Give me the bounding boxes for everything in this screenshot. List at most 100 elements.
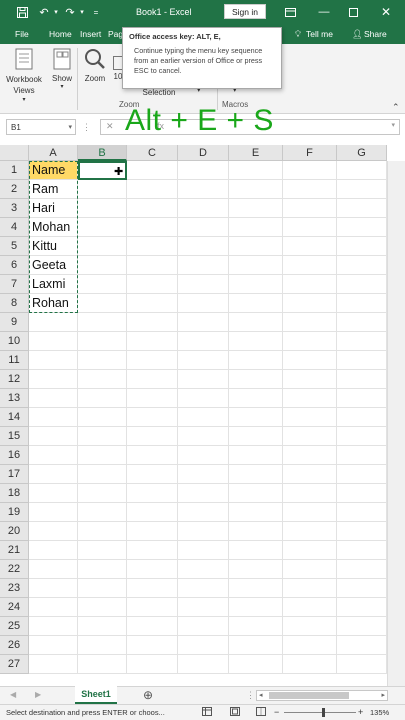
row-header[interactable]: 2 — [0, 180, 29, 199]
row-header[interactable]: 8 — [0, 294, 29, 313]
zoom-out-icon[interactable]: − — [274, 707, 279, 717]
cell[interactable] — [283, 237, 337, 256]
cell[interactable] — [229, 465, 283, 484]
cell[interactable] — [283, 370, 337, 389]
cell[interactable] — [127, 180, 178, 199]
row-header[interactable]: 22 — [0, 560, 29, 579]
cell[interactable] — [337, 275, 387, 294]
cell[interactable] — [78, 617, 127, 636]
minimize-icon[interactable]: — — [316, 4, 332, 20]
cell[interactable] — [29, 598, 78, 617]
column-header-a[interactable]: A — [29, 145, 78, 161]
expand-formula-bar-icon[interactable]: ▾ — [391, 121, 395, 129]
cell[interactable] — [283, 636, 337, 655]
ribbon-display-icon[interactable] — [282, 4, 298, 20]
cell[interactable] — [283, 427, 337, 446]
cell[interactable] — [229, 446, 283, 465]
close-icon[interactable]: ✕ — [378, 4, 394, 20]
cell[interactable] — [127, 560, 178, 579]
cell[interactable] — [29, 655, 78, 674]
cell[interactable] — [29, 579, 78, 598]
cell[interactable] — [337, 465, 387, 484]
cell[interactable] — [178, 237, 229, 256]
cell[interactable] — [337, 541, 387, 560]
normal-view-icon[interactable] — [202, 707, 212, 718]
cell[interactable] — [283, 446, 337, 465]
cell[interactable] — [127, 541, 178, 560]
row-header[interactable]: 18 — [0, 484, 29, 503]
name-cell[interactable]: Rohan — [29, 294, 78, 313]
column-header-c[interactable]: C — [127, 145, 178, 161]
cell[interactable] — [229, 579, 283, 598]
row-header[interactable]: 19 — [0, 503, 29, 522]
row-header[interactable]: 14 — [0, 408, 29, 427]
select-all-corner[interactable] — [0, 145, 29, 161]
cell[interactable] — [127, 161, 178, 180]
cell[interactable] — [127, 446, 178, 465]
column-header-g[interactable]: G — [337, 145, 387, 161]
row-header[interactable]: 1 — [0, 161, 29, 180]
cell[interactable] — [229, 180, 283, 199]
cell[interactable] — [229, 218, 283, 237]
cell[interactable] — [127, 332, 178, 351]
cell[interactable] — [283, 294, 337, 313]
cell[interactable] — [229, 541, 283, 560]
add-sheet-icon[interactable]: ⊕ — [143, 688, 153, 702]
cell[interactable] — [29, 484, 78, 503]
zoom-button[interactable]: Zoom — [80, 48, 110, 83]
cell[interactable] — [337, 446, 387, 465]
cell[interactable] — [337, 484, 387, 503]
cell[interactable] — [337, 655, 387, 674]
row-header[interactable]: 13 — [0, 389, 29, 408]
cell[interactable] — [283, 389, 337, 408]
cell[interactable] — [337, 579, 387, 598]
tab-insert[interactable]: Insert — [80, 29, 101, 39]
cell[interactable] — [229, 598, 283, 617]
cell[interactable] — [337, 598, 387, 617]
cell[interactable] — [178, 617, 229, 636]
cell[interactable] — [283, 503, 337, 522]
cell[interactable] — [78, 503, 127, 522]
cell[interactable] — [283, 180, 337, 199]
cell[interactable] — [78, 655, 127, 674]
cell[interactable] — [337, 294, 387, 313]
cell[interactable] — [78, 199, 127, 218]
cell[interactable] — [337, 180, 387, 199]
row-header[interactable]: 6 — [0, 256, 29, 275]
cell[interactable] — [178, 484, 229, 503]
row-header[interactable]: 7 — [0, 275, 29, 294]
tell-me-search[interactable]: Tell me — [306, 29, 333, 39]
cell[interactable] — [229, 427, 283, 446]
cell[interactable] — [229, 655, 283, 674]
lightbulb-icon[interactable]: 💡︎ — [295, 29, 301, 40]
workbook-views-button[interactable]: Workbook Views ▾ — [4, 48, 44, 103]
row-header[interactable]: 4 — [0, 218, 29, 237]
cell[interactable] — [178, 256, 229, 275]
cell[interactable] — [229, 408, 283, 427]
cell[interactable] — [29, 370, 78, 389]
scroll-right-icon[interactable]: ▶ — [35, 690, 41, 699]
cell[interactable] — [229, 484, 283, 503]
cell[interactable] — [229, 313, 283, 332]
cell[interactable] — [178, 351, 229, 370]
cell[interactable] — [283, 199, 337, 218]
cell[interactable] — [178, 560, 229, 579]
cell[interactable] — [337, 522, 387, 541]
row-header[interactable]: 23 — [0, 579, 29, 598]
cell[interactable] — [229, 199, 283, 218]
cell[interactable] — [229, 275, 283, 294]
cell[interactable] — [29, 389, 78, 408]
show-button[interactable]: Show ▾ — [48, 48, 76, 90]
cell[interactable] — [178, 313, 229, 332]
cell[interactable] — [127, 636, 178, 655]
cell[interactable] — [178, 199, 229, 218]
cell[interactable] — [283, 617, 337, 636]
customize-toolbar-icon[interactable]: = — [88, 4, 104, 20]
cell[interactable] — [337, 161, 387, 180]
cell[interactable] — [229, 503, 283, 522]
cell[interactable] — [78, 256, 127, 275]
cell[interactable] — [283, 484, 337, 503]
cell[interactable] — [29, 446, 78, 465]
cell[interactable] — [283, 313, 337, 332]
cell[interactable] — [283, 655, 337, 674]
